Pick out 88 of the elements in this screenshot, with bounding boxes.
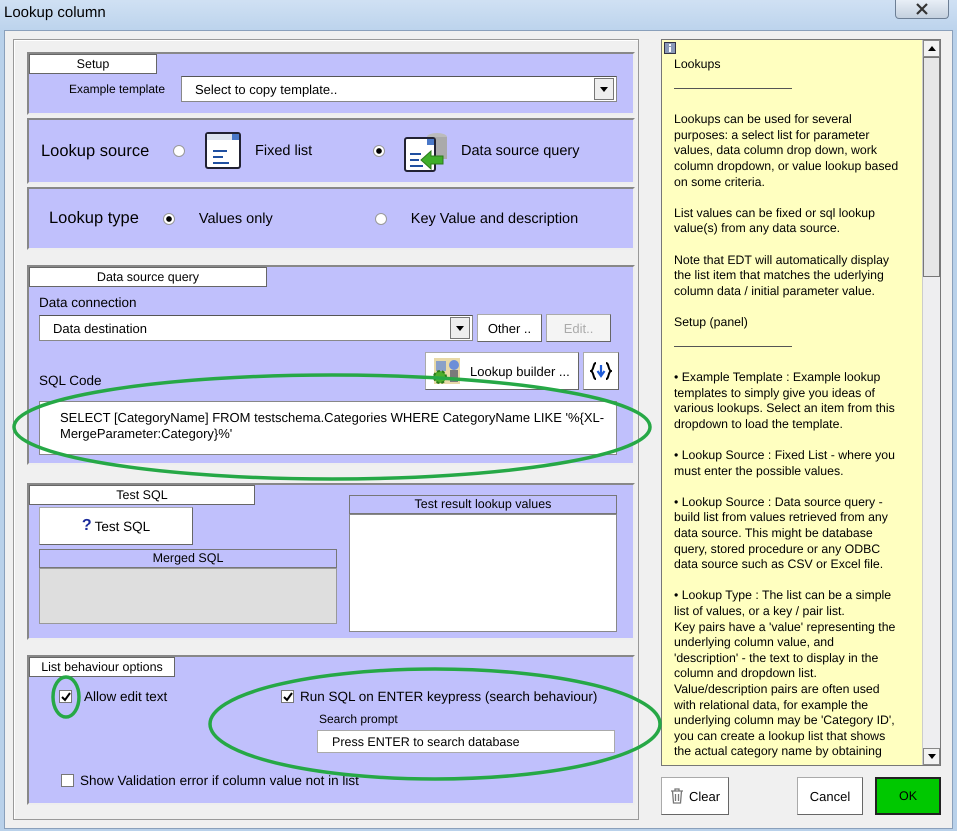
section-heading: List behaviour options bbox=[29, 657, 175, 677]
help-text-line: dropdown to load the template. bbox=[674, 416, 844, 432]
test-sql-button[interactable]: ? Test SQL bbox=[39, 507, 193, 545]
help-text-line: various lookups. Select an item from this bbox=[674, 401, 896, 417]
radio-button[interactable] bbox=[173, 145, 185, 157]
help-text-line: values, data column drop down, work bbox=[674, 143, 878, 159]
field-label: Search prompt bbox=[319, 712, 399, 726]
help-text-line: Value/description pairs are often used bbox=[674, 682, 881, 698]
help-text-line: query, stored procedure or any ODBC bbox=[674, 542, 882, 558]
help-text-line: data source such as CSV or Excel file. bbox=[674, 557, 884, 573]
database-window-icon bbox=[403, 130, 449, 172]
checkbox-label: Allow edit text bbox=[84, 689, 168, 704]
help-text-line: Note that EDT will automatically display bbox=[674, 252, 890, 268]
checkbox[interactable] bbox=[281, 690, 294, 703]
trash-icon bbox=[670, 788, 684, 804]
data-source-label: Data source query bbox=[461, 143, 580, 159]
annotation-ellipse bbox=[51, 675, 81, 719]
connection-dropdown[interactable]: Data destination bbox=[39, 315, 473, 341]
help-text-line: data source. This might be database bbox=[674, 526, 874, 542]
results-list[interactable] bbox=[349, 514, 617, 632]
sql-code-label: SQL Code bbox=[39, 373, 103, 390]
connection-button[interactable]: Other .. bbox=[477, 314, 542, 342]
lookup-builder-button[interactable]: Lookup builder ... bbox=[425, 352, 579, 390]
info-icon bbox=[664, 42, 676, 54]
checkbox-label: Show Validation error if column value not in list bbox=[80, 773, 359, 788]
help-text-line: purposes: a select list for parameter bbox=[674, 128, 870, 144]
help-text-line: • Lookup Source : Fixed List - where you bbox=[674, 448, 896, 464]
help-text-line: Key pairs have a 'value' representing the bbox=[674, 620, 896, 636]
close-icon bbox=[915, 3, 929, 15]
scroll-thumb[interactable] bbox=[923, 57, 940, 277]
help-text-line: column dropdown, or value lookup based bbox=[674, 158, 900, 175]
cancel-button[interactable]: Cancel bbox=[797, 777, 863, 815]
close-button[interactable] bbox=[895, 0, 949, 19]
help-text-line: Lookups can be used for several bbox=[674, 112, 853, 128]
lookup-source-label: Lookup source bbox=[41, 142, 150, 160]
help-text-line: 'description' - the text to display in the bbox=[674, 650, 880, 666]
checkbox-label: Run SQL on ENTER keypress (search behaviour) bbox=[300, 689, 598, 704]
merged-sql-heading: Merged SQL bbox=[39, 549, 337, 568]
section-heading: Test SQL bbox=[29, 485, 255, 505]
window-title: Lookup column bbox=[4, 4, 106, 21]
option-label: Key Value and description bbox=[410, 210, 580, 226]
help-text-line: the actual category name by obtaining bbox=[674, 744, 883, 760]
section-heading: Setup bbox=[29, 54, 157, 74]
fixed-list-label: Fixed list bbox=[255, 143, 314, 159]
help-text-line: underlying column may be 'Category ID', bbox=[674, 713, 896, 729]
scroll-down-icon[interactable] bbox=[923, 748, 940, 765]
help-text-line: underlying column value, and bbox=[674, 635, 835, 651]
template-dropdown[interactable]: Select to copy template.. bbox=[181, 76, 617, 102]
field-label: Example template bbox=[68, 82, 165, 96]
radio-button[interactable] bbox=[162, 212, 175, 224]
help-text-line: the list item that matches the uderlying bbox=[674, 268, 885, 284]
help-text-line: List values can be fixed or sql lookup bbox=[674, 206, 876, 222]
sql-code-field[interactable]: SELECT [CategoryName] FROM testschema.Categories WHERE CategoryName LIKE '%{XL-MergeParameter:Category}%' bbox=[39, 401, 617, 455]
braces-arrow-icon bbox=[590, 362, 612, 380]
help-text-line: • Lookup Type : The list can be a simple bbox=[674, 588, 892, 604]
lookup-type-label: Lookup type bbox=[49, 209, 140, 228]
results-heading: Test result lookup values bbox=[349, 495, 617, 514]
help-text-line: with relational data, for example the bbox=[674, 698, 870, 714]
help-text-line: • Example Template : Example lookup bbox=[674, 370, 882, 386]
section-heading: Data source query bbox=[29, 267, 267, 287]
help-text-line: list of values, or a key / pair list. bbox=[674, 604, 846, 620]
help-text-line: Lookups bbox=[674, 57, 722, 73]
help-text-line: you can create a lookup list that shows bbox=[674, 728, 886, 744]
field-label: Data connection bbox=[39, 295, 138, 310]
clear-button[interactable]: Clear bbox=[661, 777, 729, 815]
help-text-line: • Lookup Source : Data source query - bbox=[674, 494, 884, 510]
radio-button[interactable] bbox=[373, 145, 385, 157]
help-text-line: column and dropdown list. bbox=[674, 666, 818, 682]
help-text-line: build list from values retrieved from any bbox=[674, 510, 889, 526]
radio-button[interactable] bbox=[374, 212, 387, 224]
scroll-up-icon[interactable] bbox=[923, 40, 940, 57]
checkbox[interactable] bbox=[61, 774, 74, 787]
list-window-icon bbox=[203, 131, 243, 171]
help-text-line: value(s) from any data source. bbox=[674, 221, 842, 237]
help-text-line: templates to simply give you ideas of bbox=[674, 386, 876, 402]
insert-parameter-button[interactable] bbox=[583, 352, 619, 390]
check-icon bbox=[282, 692, 292, 702]
help-text-line: must enter the possible values. bbox=[674, 464, 845, 480]
question-icon: ? bbox=[82, 517, 92, 535]
checkbox[interactable] bbox=[59, 690, 72, 703]
search-prompt-field[interactable]: Press ENTER to search database bbox=[317, 730, 615, 753]
option-label: Values only bbox=[198, 210, 274, 226]
help-text-line: column data / initial parameter value. bbox=[674, 284, 876, 300]
ok-button[interactable]: OK bbox=[875, 777, 941, 815]
help-text-line: Setup (panel) bbox=[674, 314, 749, 330]
scrollbar[interactable] bbox=[922, 40, 940, 765]
help-text-line: on some criteria. bbox=[674, 174, 766, 190]
check-icon bbox=[60, 692, 70, 702]
